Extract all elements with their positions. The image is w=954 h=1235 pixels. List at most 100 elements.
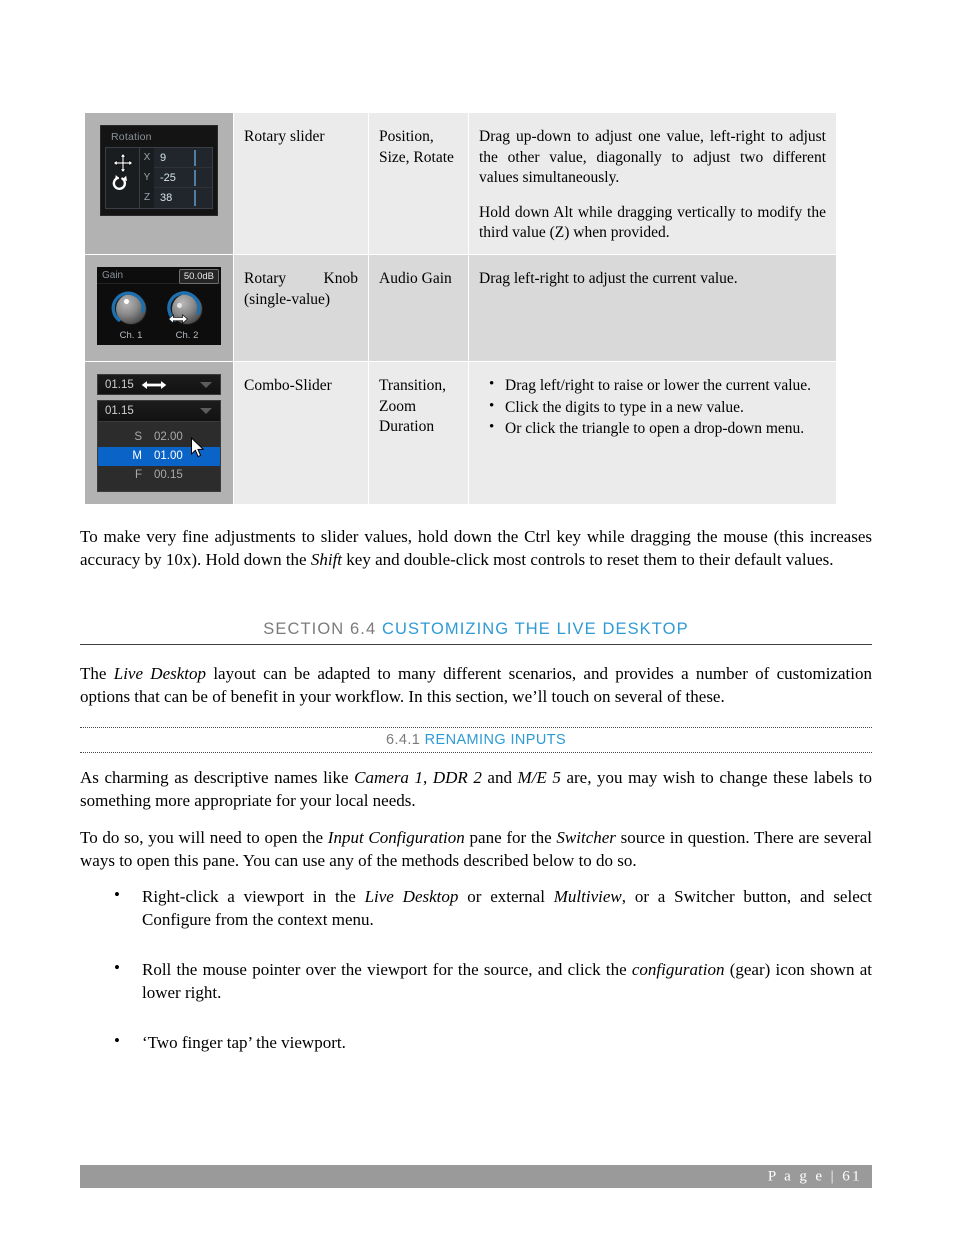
- page-footer-bar: P a g e | 61: [80, 1165, 872, 1188]
- rotation-axis-value-x[interactable]: 9: [154, 148, 212, 168]
- b1-emphasis-multiview: Multiview: [553, 887, 622, 906]
- typical-use-text: Audio Gain: [379, 270, 452, 288]
- p1-text-3: and: [481, 768, 518, 787]
- rotation-axis-label-z: Z: [140, 188, 154, 208]
- subsection-number: 6.4.1: [385, 732, 421, 748]
- typical-use-text: Transition, Zoom Duration: [379, 377, 447, 436]
- combo-slider-dropdown[interactable]: 01.15 S 02.00 M 01.00 F 00.15: [97, 400, 221, 493]
- b2-text-1: Roll the mouse pointer over the viewport…: [142, 959, 632, 979]
- combo-slider-value: 01.15: [105, 378, 134, 391]
- rotation-widget[interactable]: Rotation X 9 Y -25 Z 38: [100, 125, 218, 216]
- description-cell: Drag left/right to raise or lower the cu…: [468, 361, 837, 506]
- rotate-icon: [112, 175, 128, 190]
- description-paragraph: Drag left-right to adjust the current va…: [479, 270, 738, 288]
- document-page: Rotation X 9 Y -25 Z 38 Rotary slider Po…: [0, 0, 954, 1235]
- section-heading: SECTION 6.4 CUSTOMIZING THE LIVE DESKTOP: [80, 620, 872, 645]
- typical-use-cell: Position, Size, Rotate: [368, 111, 469, 256]
- list-item: Click the digits to type in a new value.: [489, 397, 826, 419]
- dropdown-option-f[interactable]: F 00.15: [98, 466, 220, 485]
- input-configuration-paragraph: To do so, you will need to open the Inpu…: [80, 826, 872, 873]
- intro-text-1: The: [80, 664, 114, 683]
- gain-widget[interactable]: Gain Ch. 1 Ch. 2 50.0dB: [97, 267, 221, 346]
- dropdown-option-value: 00.15: [154, 469, 183, 482]
- combo-field-value: 01.15: [105, 405, 134, 418]
- rotation-axis-value-y[interactable]: -25: [154, 168, 212, 188]
- b1-text-1: Right-click a viewport in the: [142, 887, 365, 906]
- widget-cell-combo-slider: 01.15 01.15 S 02.00 M 01.00 F 00.15: [84, 361, 234, 506]
- p1-emphasis-camera: Camera 1: [354, 768, 423, 787]
- p2-text-2: pane for the: [464, 828, 557, 847]
- left-right-arrow-cursor-icon: [168, 313, 188, 325]
- fine-adjustment-paragraph: To make very fine adjustments to slider …: [80, 525, 872, 572]
- control-name-text: Rotary Knob (single-value): [244, 270, 358, 308]
- control-name-text: Rotary slider: [244, 128, 325, 145]
- intro-emphasis-live-desktop: Live Desktop: [113, 664, 207, 683]
- table-row: Rotation X 9 Y -25 Z 38 Rotary slider Po…: [84, 111, 837, 256]
- combo-slider-bar[interactable]: 01.15: [97, 374, 221, 396]
- dropdown-option-key: S: [134, 431, 142, 444]
- open-pane-methods-list: Right-click a viewport in the Live Deskt…: [80, 883, 872, 1054]
- description-paragraph: Hold down Alt while dragging vertically …: [479, 203, 826, 242]
- subsection-heading: 6.4.1 RENAMING INPUTS: [80, 727, 872, 753]
- slider-controls-table: Rotation X 9 Y -25 Z 38 Rotary slider Po…: [84, 111, 837, 506]
- control-name-cell: Rotary slider: [233, 111, 369, 256]
- combo-dropdown-field[interactable]: 01.15: [98, 401, 220, 423]
- list-item: Right-click a viewport in the Live Deskt…: [80, 883, 872, 932]
- control-name-text: Combo-Slider: [244, 377, 332, 395]
- renaming-intro-paragraph: As charming as descriptive names like Ca…: [80, 766, 872, 813]
- rotation-axis-label-y: Y: [140, 168, 154, 188]
- knob-arc-icon: [111, 291, 145, 322]
- section-title: CUSTOMIZING THE LIVE DESKTOP: [381, 620, 689, 638]
- list-item: Drag left/right to raise or lower the cu…: [489, 375, 826, 397]
- left-right-arrow-icon: [141, 380, 167, 389]
- b3-text-1: ‘Two finger tap’ the viewport.: [142, 1032, 346, 1052]
- control-name-cell: Rotary Knob (single-value): [233, 254, 369, 363]
- p1-text-1: As charming as descriptive names like: [80, 768, 355, 787]
- table-row: Gain Ch. 1 Ch. 2 50.0dB Rotary Knob (sin…: [84, 254, 837, 363]
- control-name-cell: Combo-Slider: [233, 361, 369, 506]
- fine-adjust-text-2: key and double-click most controls to re…: [342, 550, 834, 570]
- gain-channel-1[interactable]: Ch. 1: [111, 291, 146, 342]
- fine-adjust-shift-emphasis: Shift: [310, 550, 343, 570]
- triangle-down-icon[interactable]: [200, 408, 212, 415]
- rotation-axis-label-x: X: [140, 148, 154, 168]
- combo-slider-widget[interactable]: 01.15 01.15 S 02.00 M 01.00 F 00.15: [97, 374, 221, 493]
- b1-text-2: or external: [458, 887, 554, 906]
- p2-emphasis-switcher: Switcher: [556, 828, 616, 847]
- page-number-label: P a g e | 61: [767, 1168, 862, 1184]
- p1-text-2: ,: [423, 768, 433, 787]
- dropdown-option-key: M: [132, 450, 142, 463]
- p2-text-1: To do so, you will need to open the: [80, 828, 328, 847]
- typical-use-cell: Audio Gain: [368, 254, 469, 363]
- move-cursor-icon: [112, 152, 134, 174]
- b2-emphasis-configuration: configuration: [631, 959, 725, 979]
- rotation-axis-value-z[interactable]: 38: [154, 188, 212, 208]
- gain-knob-label: Ch. 2: [175, 330, 199, 342]
- widget-cell-rotation: Rotation X 9 Y -25 Z 38: [84, 111, 234, 256]
- list-item: Or click the triangle to open a drop-dow…: [489, 418, 826, 440]
- description-cell: Drag up-down to adjust one value, left-r…: [468, 111, 837, 256]
- p2-emphasis-input-configuration: Input Configuration: [327, 828, 465, 847]
- dropdown-option-key: F: [134, 469, 142, 482]
- rotation-grid: X 9 Y -25 Z 38: [105, 147, 213, 209]
- widget-cell-gain: Gain Ch. 1 Ch. 2 50.0dB: [84, 254, 234, 363]
- rotation-title: Rotation: [111, 131, 152, 143]
- gain-knob-ch1[interactable]: [111, 291, 146, 325]
- gain-tooltip: 50.0dB: [178, 269, 219, 285]
- rotation-icon-column: [106, 148, 140, 208]
- description-bullet-list: Drag left/right to raise or lower the cu…: [479, 375, 826, 440]
- b1-emphasis-live-desktop: Live Desktop: [364, 887, 459, 906]
- list-item: ‘Two finger tap’ the viewport.: [80, 1029, 872, 1054]
- section-number: SECTION 6.4: [263, 620, 377, 638]
- triangle-down-icon[interactable]: [200, 381, 212, 388]
- typical-use-cell: Transition, Zoom Duration: [368, 361, 469, 506]
- p1-emphasis-ddr: DDR 2: [432, 768, 482, 787]
- description-cell: Drag left-right to adjust the current va…: [468, 254, 837, 363]
- list-item: Roll the mouse pointer over the viewport…: [80, 956, 872, 1005]
- typical-use-text: Position, Size, Rotate: [379, 128, 454, 166]
- description-paragraph: Drag up-down to adjust one value, left-r…: [479, 128, 826, 187]
- section-intro-paragraph: The Live Desktop layout can be adapted t…: [80, 662, 872, 709]
- gain-knob-label: Ch. 1: [119, 330, 143, 342]
- table-row: 01.15 01.15 S 02.00 M 01.00 F 00.15 Comb…: [84, 361, 837, 506]
- p1-emphasis-me: M/E 5: [517, 768, 561, 787]
